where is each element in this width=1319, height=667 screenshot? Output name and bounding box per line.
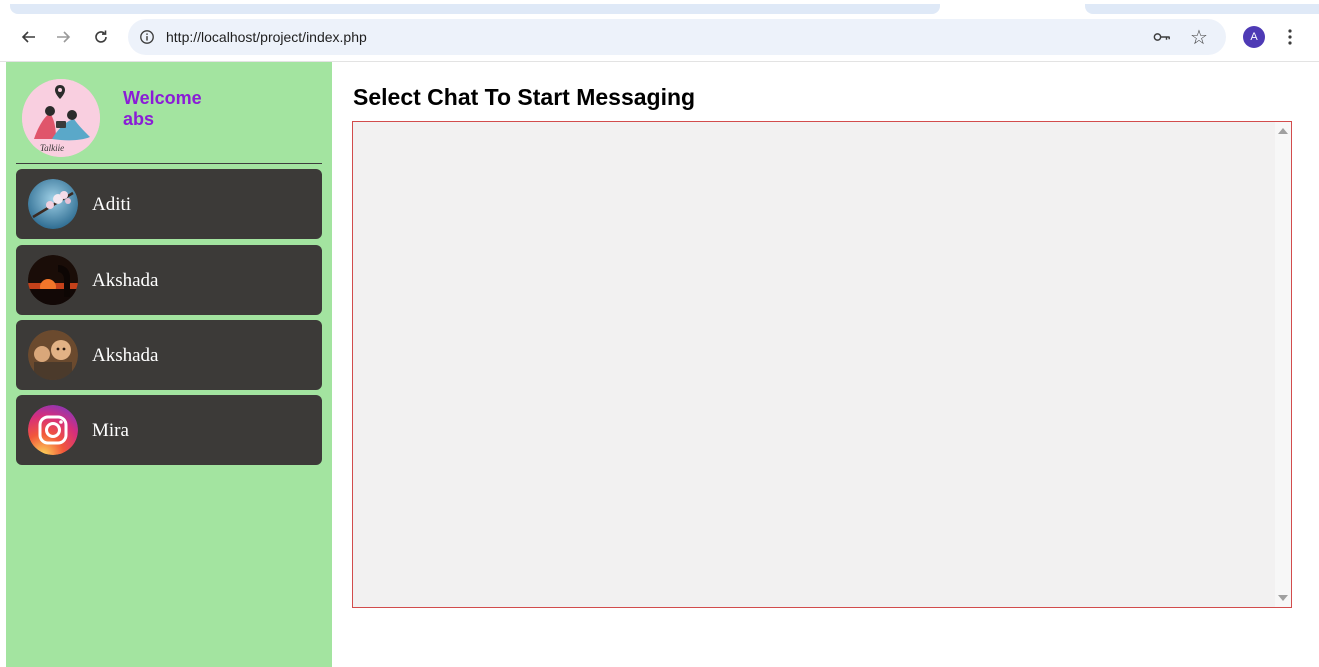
bookmark-star-icon[interactable]: ☆ xyxy=(1188,26,1210,49)
page-content: Talkiie Welcome abs Aditi Akshada Akshad… xyxy=(0,62,1319,667)
sidebar-divider xyxy=(16,163,322,164)
sidebar: Talkiie Welcome abs Aditi Akshada Akshad… xyxy=(6,62,332,667)
contact-avatar xyxy=(28,330,78,380)
address-bar[interactable]: http://localhost/project/index.php ☆ xyxy=(128,19,1226,55)
contact-name: Akshada xyxy=(92,345,159,366)
back-button[interactable] xyxy=(16,24,42,50)
url-text[interactable]: http://localhost/project/index.php xyxy=(166,29,367,45)
page-title: Select Chat To Start Messaging xyxy=(353,84,696,110)
app-logo: Talkiie xyxy=(22,79,100,157)
contact-name: Aditi xyxy=(92,194,132,215)
contact-item-akshada[interactable]: Akshada xyxy=(16,245,322,315)
site-info-icon[interactable] xyxy=(138,28,156,46)
scroll-down-arrow-icon[interactable] xyxy=(1278,595,1288,601)
welcome-text: Welcome abs xyxy=(123,88,202,130)
chat-message-area[interactable] xyxy=(352,121,1292,608)
tab-strip xyxy=(0,0,1319,14)
contact-avatar xyxy=(28,255,78,305)
contact-avatar xyxy=(28,179,78,229)
contact-item-mira[interactable]: Mira xyxy=(16,395,322,465)
welcome-label: Welcome xyxy=(123,88,202,108)
reload-button[interactable] xyxy=(88,24,114,50)
reload-icon xyxy=(95,30,107,43)
more-menu-icon[interactable] xyxy=(1280,25,1300,49)
contact-name: Mira xyxy=(92,420,129,441)
browser-toolbar: http://localhost/project/index.php ☆ A xyxy=(0,14,1319,62)
svg-text:Talkiie: Talkiie xyxy=(40,143,64,153)
arrow-right-icon xyxy=(57,31,71,43)
username: abs xyxy=(123,109,155,129)
chat-scrollbar[interactable] xyxy=(1275,122,1291,607)
contact-item-aditi[interactable]: Aditi xyxy=(16,169,322,239)
tab-strip-left xyxy=(10,4,940,14)
forward-button[interactable] xyxy=(50,24,76,50)
key-icon[interactable] xyxy=(1152,28,1172,46)
scroll-up-arrow-icon[interactable] xyxy=(1278,128,1288,134)
tab-strip-right xyxy=(1085,4,1319,14)
contact-name: Akshada xyxy=(92,270,159,291)
arrow-left-icon xyxy=(21,31,35,43)
instagram-logo-icon xyxy=(28,405,78,455)
contact-item-akshada-2[interactable]: Akshada xyxy=(16,320,322,390)
profile-avatar[interactable]: A xyxy=(1243,26,1265,48)
